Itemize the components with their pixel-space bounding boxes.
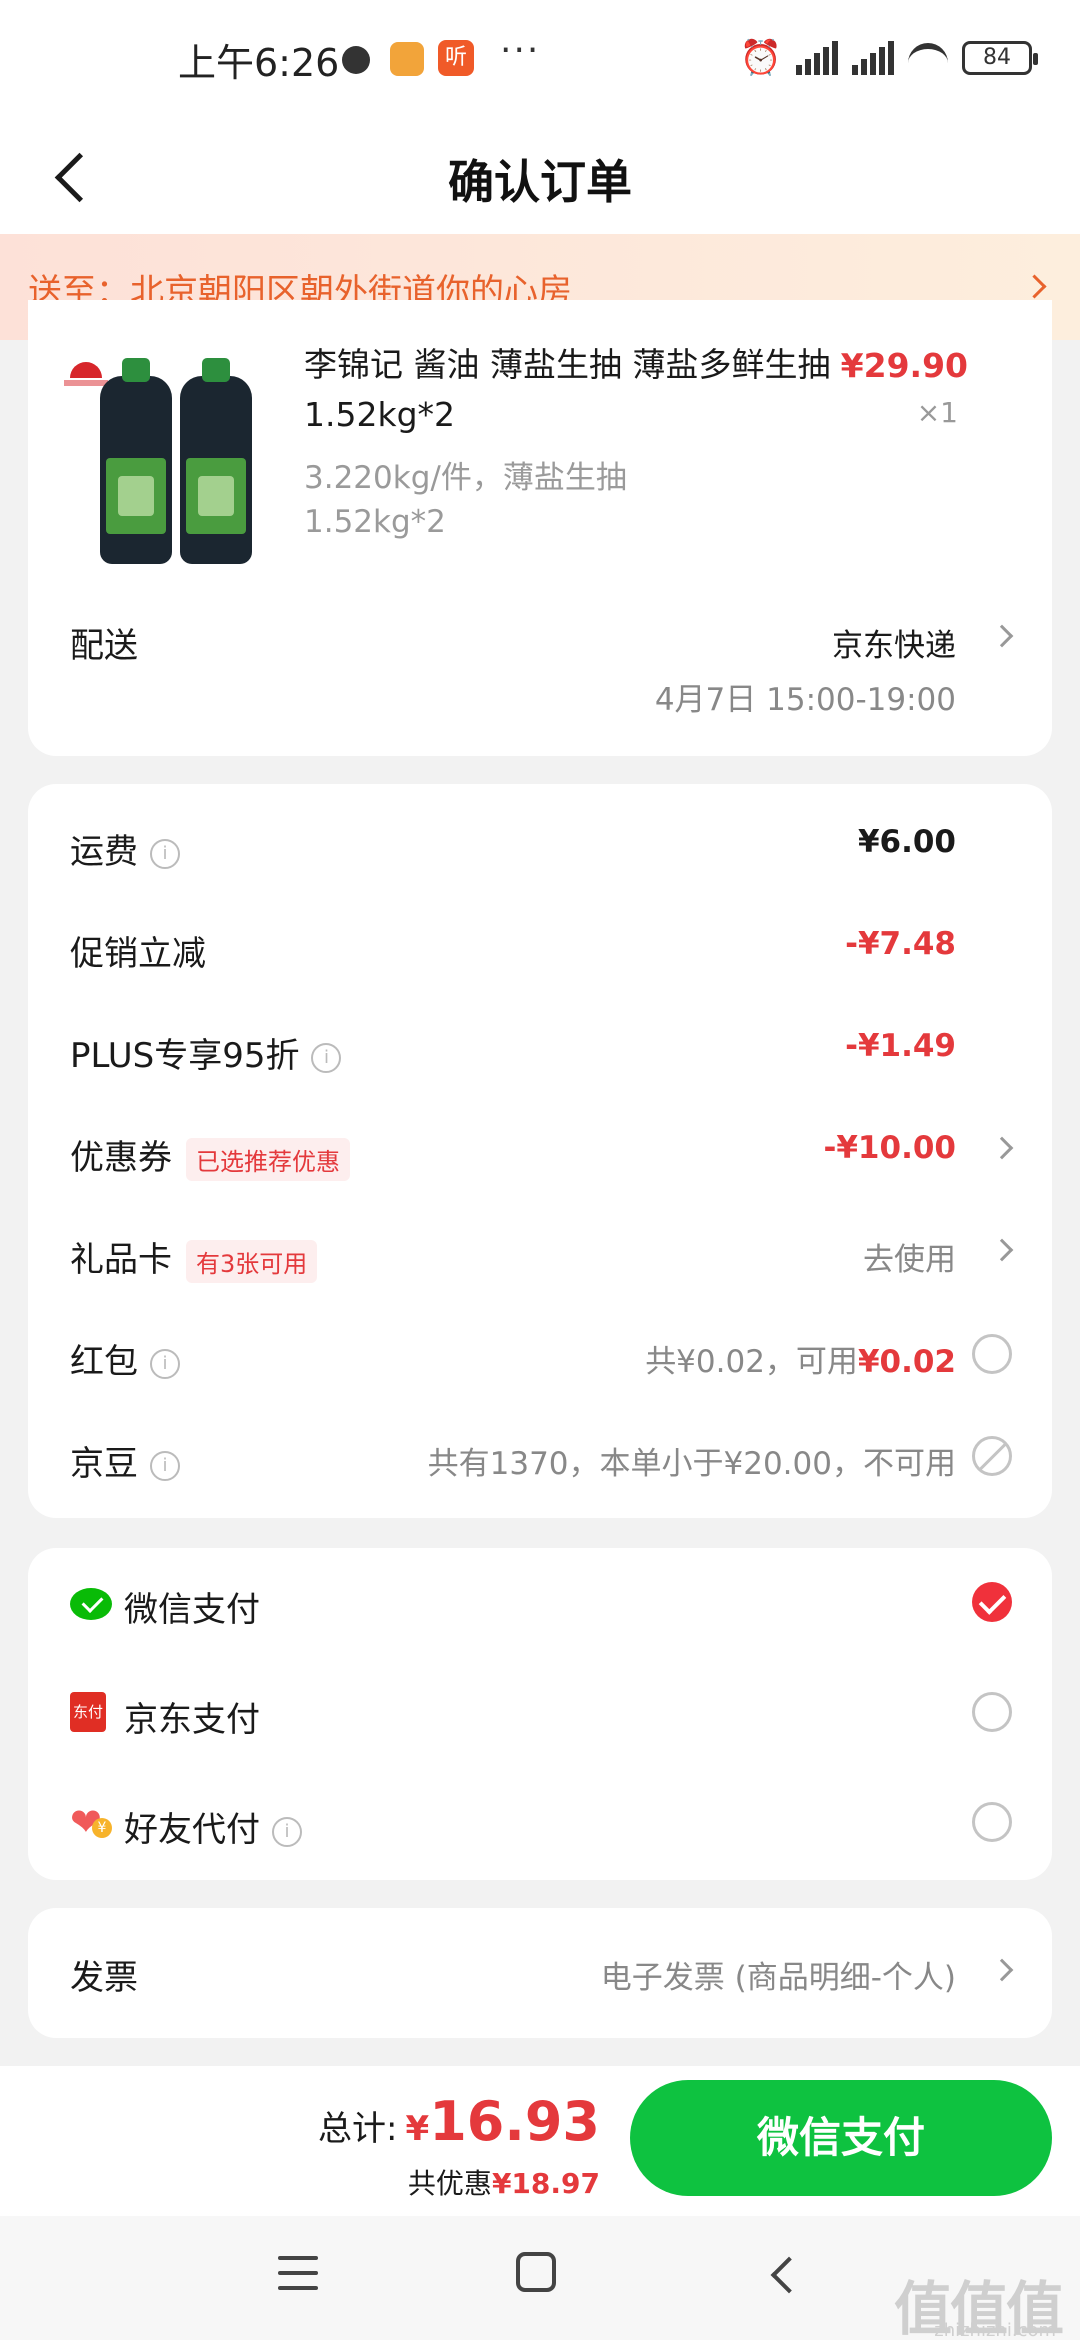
payment-card: 微信支付 东付 京东支付 好友代付 i bbox=[28, 1548, 1052, 1880]
info-icon[interactable]: i bbox=[150, 838, 180, 869]
jd-pay-label[interactable]: 京东支付 bbox=[124, 1692, 260, 1741]
notification-icon bbox=[342, 46, 370, 74]
total-label: 总计: bbox=[318, 2109, 398, 2149]
fees-card: 运费 i ¥6.00 促销立减 -¥7.48 PLUS专享95折 i -¥1.49 … bbox=[28, 784, 1052, 1518]
jd-pay-icon: 东付 bbox=[70, 1692, 106, 1732]
listen-app-icon: 听 bbox=[438, 40, 474, 76]
giftcard-label: 礼品卡 bbox=[70, 1240, 172, 1280]
invoice-value[interactable]: 电子发票 (商品明细-个人) bbox=[601, 1952, 956, 1997]
menu-icon[interactable] bbox=[278, 2256, 318, 2290]
header: 确认订单 bbox=[0, 118, 1080, 234]
saving-amount: ¥18.97 bbox=[491, 2167, 600, 2200]
jingdou-label: 京豆 bbox=[70, 1444, 138, 1484]
page-title: 确认订单 bbox=[448, 155, 632, 209]
brand-logo-icon bbox=[64, 362, 108, 388]
saving-label: 共优惠 bbox=[407, 2167, 492, 2200]
chevron-right-icon[interactable] bbox=[992, 1232, 1014, 1268]
delivery-carrier[interactable]: 京东快递 bbox=[832, 620, 956, 665]
redpacket-radio[interactable] bbox=[972, 1334, 1012, 1374]
coupon-label: 优惠券 bbox=[70, 1138, 172, 1178]
info-icon[interactable]: i bbox=[150, 1450, 180, 1481]
jingdou-row: 京豆 i bbox=[70, 1436, 180, 1485]
product-card: 李锦记 酱油 薄盐生抽 薄盐多鲜生抽 1.52kg*2 3.220kg/件，薄盐… bbox=[28, 300, 1052, 756]
wifi-icon bbox=[908, 43, 948, 73]
giftcard-value[interactable]: 去使用 bbox=[863, 1234, 956, 1279]
jd-pay-radio[interactable] bbox=[972, 1692, 1012, 1732]
app-notification-icon bbox=[390, 42, 424, 76]
plus-row: PLUS专享95折 i bbox=[70, 1028, 342, 1077]
promo-label: 促销立减 bbox=[70, 934, 206, 974]
more-notifications-icon: ··· bbox=[500, 30, 541, 71]
redpacket-value: 共¥0.02，可用¥0.02 bbox=[645, 1336, 956, 1381]
invoice-label: 发票 bbox=[70, 1958, 138, 1998]
chevron-right-icon[interactable] bbox=[992, 1130, 1014, 1166]
redpacket-available: ¥0.02 bbox=[857, 1344, 956, 1380]
promo-value: -¥7.48 bbox=[845, 926, 956, 962]
chevron-right-icon[interactable] bbox=[992, 1952, 1014, 1988]
signal-icon-2 bbox=[852, 41, 894, 75]
jingdou-radio-disabled bbox=[972, 1436, 1012, 1476]
coupon-row[interactable]: 优惠券 已选推荐优惠 bbox=[70, 1130, 350, 1181]
wechat-pay-radio-checked[interactable] bbox=[972, 1582, 1012, 1622]
plus-value: -¥1.49 bbox=[845, 1028, 956, 1064]
shipping-row: 运费 i bbox=[70, 824, 180, 873]
battery-icon: 84 bbox=[962, 41, 1038, 75]
wechat-pay-icon bbox=[70, 1586, 112, 1622]
product-spec: 3.220kg/件，薄盐生抽 1.52kg*2 bbox=[304, 460, 627, 540]
shipping-value: ¥6.00 bbox=[857, 824, 956, 860]
coupon-value[interactable]: -¥10.00 bbox=[824, 1130, 957, 1166]
signal-icon bbox=[796, 41, 838, 75]
alarm-icon: ⏰ bbox=[739, 38, 782, 78]
product-image[interactable] bbox=[64, 356, 254, 566]
wechat-pay-label[interactable]: 微信支付 bbox=[124, 1582, 260, 1631]
friend-pay-icon bbox=[70, 1800, 112, 1844]
nav-back-icon[interactable] bbox=[764, 2256, 800, 2292]
friend-pay-radio[interactable] bbox=[972, 1802, 1012, 1842]
home-icon[interactable] bbox=[516, 2252, 556, 2292]
product-quantity: ×1 bbox=[916, 396, 958, 429]
friend-pay-label: 好友代付 bbox=[124, 1810, 260, 1850]
chevron-right-icon[interactable] bbox=[992, 618, 1014, 654]
total-line: 总计: ¥16.93 bbox=[318, 2090, 600, 2153]
total-amount: 16.93 bbox=[429, 2090, 600, 2153]
plus-label: PLUS专享95折 bbox=[70, 1036, 300, 1076]
delivery-time: 4月7日 15:00-19:00 bbox=[654, 682, 956, 718]
info-icon[interactable]: i bbox=[150, 1348, 180, 1379]
redpacket-label: 红包 bbox=[70, 1342, 138, 1382]
pay-button[interactable]: 微信支付 bbox=[630, 2080, 1052, 2196]
status-right: ⏰ 84 bbox=[739, 36, 1038, 80]
giftcard-tag: 有3张可用 bbox=[186, 1240, 318, 1283]
giftcard-row[interactable]: 礼品卡 有3张可用 bbox=[70, 1232, 318, 1283]
redpacket-row: 红包 i bbox=[70, 1334, 180, 1383]
status-time: 上午6:26 bbox=[178, 41, 340, 85]
shipping-label: 运费 bbox=[70, 832, 138, 872]
bottle-image bbox=[100, 358, 172, 564]
info-icon[interactable]: i bbox=[311, 1042, 342, 1073]
invoice-card[interactable]: 发票 电子发票 (商品明细-个人) bbox=[28, 1908, 1052, 2038]
jingdou-value: 共有1370，本单小于¥20.00，不可用 bbox=[427, 1446, 956, 1482]
status-bar: 上午6:26 听 ··· ⏰ 84 bbox=[0, 0, 1080, 118]
info-icon[interactable]: i bbox=[272, 1816, 302, 1847]
bottle-image bbox=[180, 358, 252, 564]
total-currency: ¥ bbox=[405, 2109, 430, 2149]
saving-line: 共优惠¥18.97 bbox=[408, 2162, 600, 2202]
checkout-bar: 总计: ¥16.93 共优惠¥18.97 微信支付 bbox=[0, 2066, 1080, 2216]
redpacket-total: 共¥0.02，可用 bbox=[645, 1344, 858, 1380]
product-price: ¥29.90 bbox=[840, 346, 968, 385]
friend-pay-row[interactable]: 好友代付 i bbox=[124, 1802, 302, 1851]
product-title[interactable]: 李锦记 酱油 薄盐生抽 薄盐多鲜生抽 1.52kg*2 bbox=[304, 340, 864, 440]
coupon-tag: 已选推荐优惠 bbox=[186, 1138, 350, 1181]
watermark-url: zhizhizhi.com bbox=[934, 2320, 1056, 2340]
delivery-label: 配送 bbox=[70, 626, 138, 666]
